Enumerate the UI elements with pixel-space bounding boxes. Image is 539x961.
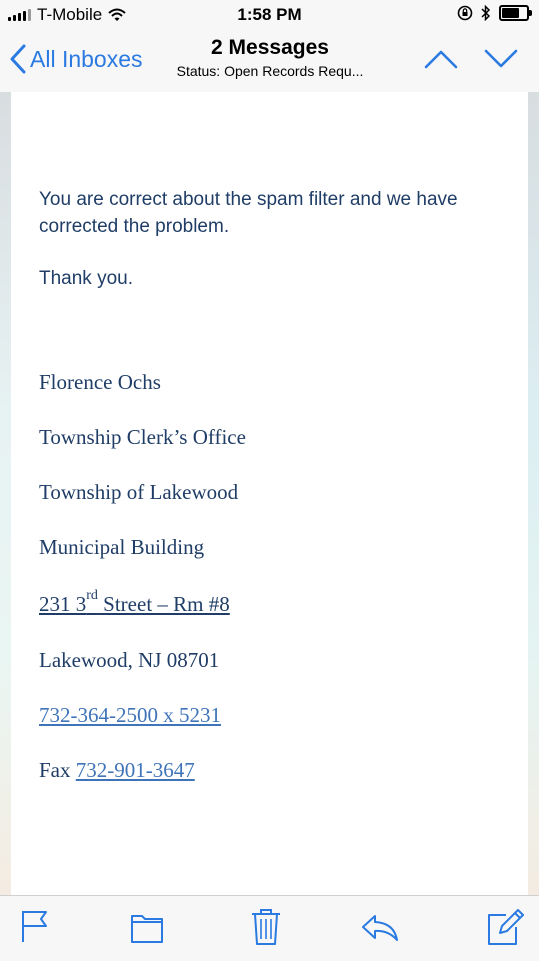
flag-icon [22, 911, 47, 942]
next-message-button[interactable] [484, 48, 518, 75]
orientation-lock-icon [457, 5, 473, 21]
address-superscript: rd [86, 588, 98, 603]
address-street: Street – Rm #8 [97, 592, 230, 616]
signature-city: Lakewood, NJ 08701 [39, 648, 220, 672]
nav-subtitle: Status: Open Records Requ... [176, 63, 364, 79]
signature-name: Florence Ochs [39, 370, 161, 394]
chevron-up-icon [424, 50, 458, 69]
signature-office: Township Clerk’s Office [39, 425, 246, 449]
nav-center: 2 Messages Status: Open Records Requ... [150, 36, 390, 79]
bluetooth-icon [481, 5, 491, 21]
compose-icon [488, 909, 524, 945]
email-paragraph: You are correct about the spam filter an… [39, 189, 458, 237]
signature-building: Municipal Building [39, 535, 205, 559]
compose-button[interactable] [486, 908, 524, 946]
signature-address: 231 3rd Street – Rm #8 [39, 588, 230, 617]
fax-link[interactable]: 732-901-3647 [76, 758, 195, 782]
reply-button[interactable] [360, 908, 400, 946]
back-button[interactable]: All Inboxes [10, 44, 143, 74]
navigation-bar: All Inboxes 2 Messages Status: Open Reco… [0, 30, 539, 93]
email-body: You are correct about the spam filter an… [11, 92, 528, 895]
chevron-down-icon [484, 49, 518, 68]
previous-message-button[interactable] [424, 48, 458, 75]
address-number: 231 3 [39, 592, 87, 616]
status-right [457, 5, 532, 21]
signature-township: Township of Lakewood [39, 480, 239, 504]
reply-icon [362, 915, 398, 941]
fax-label: Fax [39, 758, 76, 782]
signature-fax: Fax 732-901-3647 [39, 758, 195, 783]
phone-link[interactable]: 732-364-2500 x 5231 [39, 703, 221, 727]
status-bar: T-Mobile 1:58 PM [0, 0, 539, 30]
chevron-left-icon [10, 44, 26, 74]
left-margin-strip [0, 92, 11, 895]
bottom-toolbar [0, 895, 539, 961]
move-to-folder-button[interactable] [130, 908, 166, 946]
battery-icon [499, 5, 532, 21]
signature-phone: 732-364-2500 x 5231 [39, 703, 221, 728]
nav-title: 2 Messages [211, 36, 329, 59]
flag-button[interactable] [20, 908, 56, 946]
email-thanks: Thank you. [39, 268, 133, 289]
trash-button[interactable] [250, 908, 286, 946]
folder-icon [131, 915, 163, 943]
right-margin-strip [528, 92, 539, 895]
trash-icon [252, 909, 280, 945]
back-label: All Inboxes [30, 45, 143, 72]
